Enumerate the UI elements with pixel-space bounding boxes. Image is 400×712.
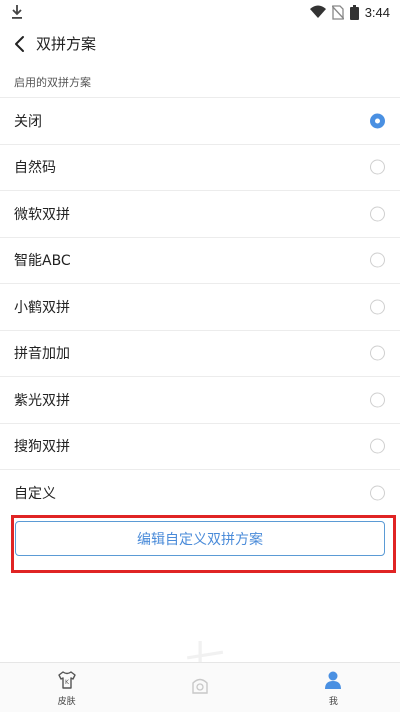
- chevron-left-icon[interactable]: [8, 32, 32, 56]
- download-icon: [12, 5, 22, 19]
- nav-label: 我: [328, 696, 338, 707]
- top-bar: 双拼方案: [0, 24, 400, 64]
- edit-custom-scheme-button[interactable]: 编辑自定义双拼方案: [15, 521, 385, 556]
- option-label: 紫光双拼: [14, 392, 70, 409]
- scheme-list: 关闭 自然码 微软双拼 智能ABC 小鹤双拼 拼音加加 紫光双拼 搜狗双拼 自定…: [0, 98, 400, 517]
- option-row[interactable]: 微软双拼: [0, 191, 400, 238]
- svg-text:K: K: [65, 679, 70, 686]
- radio-button[interactable]: [370, 206, 385, 222]
- option-row[interactable]: 紫光双拼: [0, 377, 400, 424]
- status-time: 3:44: [364, 4, 390, 20]
- section-header: 启用的双拼方案: [14, 76, 91, 89]
- radio-button[interactable]: [370, 438, 385, 454]
- nav-item-discover[interactable]: [133, 663, 266, 712]
- shirt-icon: K: [57, 670, 76, 689]
- option-row[interactable]: 拼音加加: [0, 331, 400, 377]
- option-label: 小鹤双拼: [14, 299, 70, 316]
- battery-icon: [349, 4, 359, 20]
- discover-icon: [192, 678, 208, 694]
- nav-item-me[interactable]: 我: [267, 663, 400, 712]
- radio-button[interactable]: [370, 113, 385, 129]
- user-icon: [325, 671, 342, 689]
- status-bar: 3:44: [0, 0, 400, 24]
- radio-button[interactable]: [370, 485, 385, 501]
- option-row[interactable]: 自定义: [0, 470, 400, 517]
- page-title: 双拼方案: [36, 35, 97, 53]
- option-row[interactable]: 智能ABC: [0, 238, 400, 284]
- option-label: 微软双拼: [14, 206, 70, 223]
- radio-button[interactable]: [370, 252, 385, 268]
- option-label: 自然码: [14, 160, 56, 177]
- option-row[interactable]: 自然码: [0, 145, 400, 191]
- option-label: 自定义: [14, 486, 56, 503]
- option-row[interactable]: 搜狗双拼: [0, 424, 400, 470]
- radio-button[interactable]: [370, 345, 385, 361]
- radio-button[interactable]: [370, 159, 385, 175]
- radio-button[interactable]: [370, 299, 385, 315]
- option-row[interactable]: 小鹤双拼: [0, 284, 400, 331]
- option-label: 智能ABC: [14, 253, 71, 270]
- no-sim-icon: [331, 4, 344, 20]
- option-label: 搜狗双拼: [14, 439, 70, 456]
- option-row[interactable]: 关闭: [0, 98, 400, 145]
- option-label: 关闭: [14, 113, 42, 130]
- option-label: 拼音加加: [14, 346, 70, 363]
- nav-label: 皮肤: [57, 696, 76, 707]
- nav-item-skin[interactable]: K 皮肤: [0, 663, 133, 712]
- wifi-icon: [309, 5, 326, 18]
- radio-button[interactable]: [370, 392, 385, 408]
- bottom-nav: K 皮肤 我: [0, 662, 400, 712]
